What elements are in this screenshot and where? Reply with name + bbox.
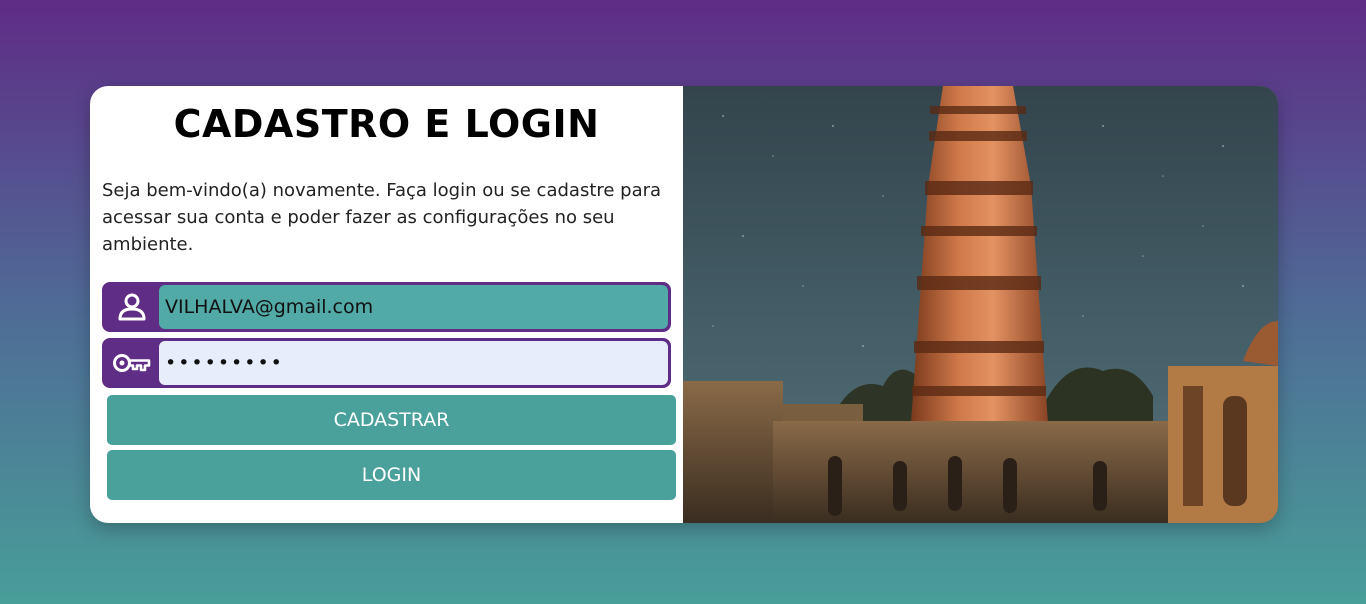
page-title: CADASTRO E LOGIN: [173, 102, 600, 146]
password-input[interactable]: [159, 341, 668, 385]
hero-image: [683, 86, 1278, 523]
hero-photo: [683, 86, 1278, 523]
login-card: CADASTRO E LOGIN Seja bem-vindo(a) novam…: [90, 86, 1278, 523]
email-field-group: [102, 282, 671, 332]
user-icon: [105, 285, 159, 329]
login-button[interactable]: LOGIN: [107, 450, 676, 500]
key-icon: [105, 341, 159, 385]
login-panel: CADASTRO E LOGIN Seja bem-vindo(a) novam…: [90, 86, 683, 523]
register-button[interactable]: CADASTRAR: [107, 395, 676, 445]
welcome-text: Seja bem-vindo(a) novamente. Faça login …: [102, 180, 662, 255]
password-field-group: [102, 338, 671, 388]
email-input[interactable]: [159, 285, 668, 329]
